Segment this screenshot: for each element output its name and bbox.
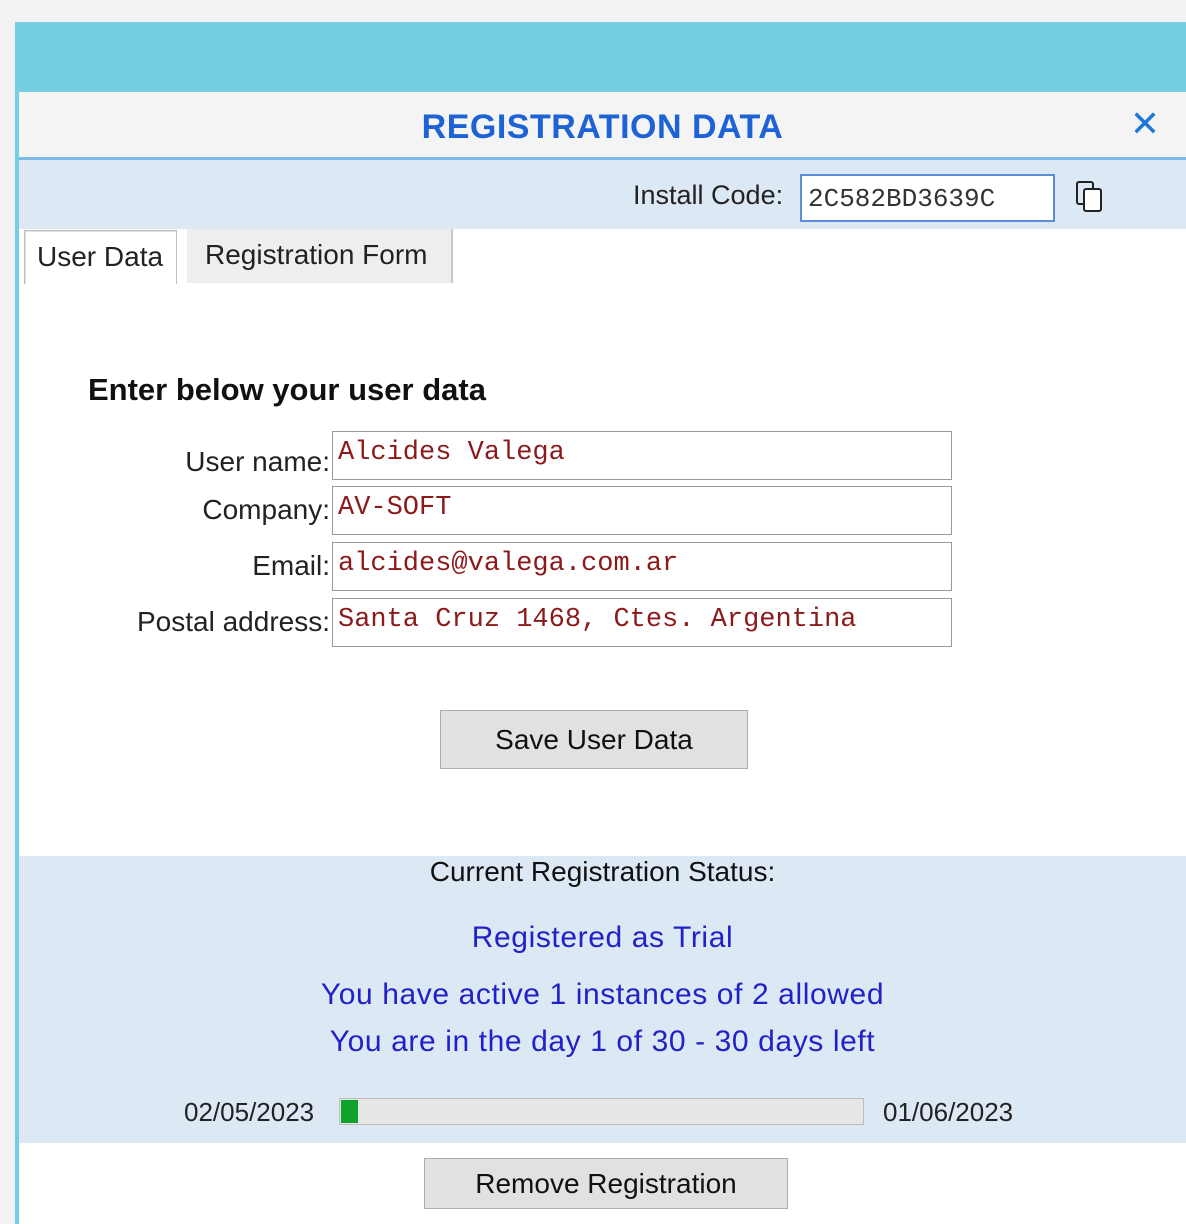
title-bar: REGISTRATION DATA ✕: [19, 92, 1186, 160]
postal-address-label: Postal address:: [137, 606, 330, 637]
user-name-input[interactable]: Alcides Valega: [332, 431, 952, 480]
dialog-top-bar: [19, 22, 1186, 92]
copy-icon[interactable]: [1075, 180, 1105, 214]
postal-address-input[interactable]: Santa Cruz 1468, Ctes. Argentina: [332, 598, 952, 647]
email-label: Email:: [252, 550, 330, 581]
close-icon[interactable]: ✕: [1130, 104, 1160, 144]
tab-strip: User Data Registration Form: [19, 229, 1186, 285]
email-input[interactable]: alcides@valega.com.ar: [332, 542, 952, 591]
trial-days-text: You are in the day 1 of 30 - 30 days lef…: [329, 1025, 876, 1058]
install-code-bar: Install Code: 2C582BD3639C: [19, 160, 1186, 229]
registered-as-text: Registered as Trial: [471, 921, 734, 954]
registration-dialog: REGISTRATION DATA ✕ Install Code: 2C582B…: [15, 22, 1186, 1224]
tab-registration-form[interactable]: Registration Form: [187, 229, 453, 283]
trial-progress-fill: [341, 1100, 358, 1123]
form-heading: Enter below your user data: [88, 372, 486, 407]
user-name-label: User name:: [185, 446, 330, 477]
tab-user-data[interactable]: User Data: [24, 230, 177, 284]
install-code-label: Install Code:: [633, 180, 784, 210]
registration-status-panel: Current Registration Status: Registered …: [19, 856, 1186, 1143]
status-heading: Current Registration Status:: [429, 856, 776, 887]
company-label: Company:: [202, 494, 330, 525]
trial-end-date: 01/06/2023: [883, 1097, 1014, 1127]
save-user-data-button[interactable]: Save User Data: [440, 710, 748, 769]
remove-registration-button[interactable]: Remove Registration: [424, 1158, 788, 1209]
dialog-title: REGISTRATION DATA: [421, 108, 784, 146]
trial-progress-bar: [339, 1098, 864, 1125]
instances-text: You have active 1 instances of 2 allowed: [320, 978, 885, 1011]
trial-start-date: 02/05/2023: [184, 1097, 315, 1127]
company-input[interactable]: AV-SOFT: [332, 486, 952, 535]
install-code-field[interactable]: 2C582BD3639C: [800, 174, 1055, 222]
